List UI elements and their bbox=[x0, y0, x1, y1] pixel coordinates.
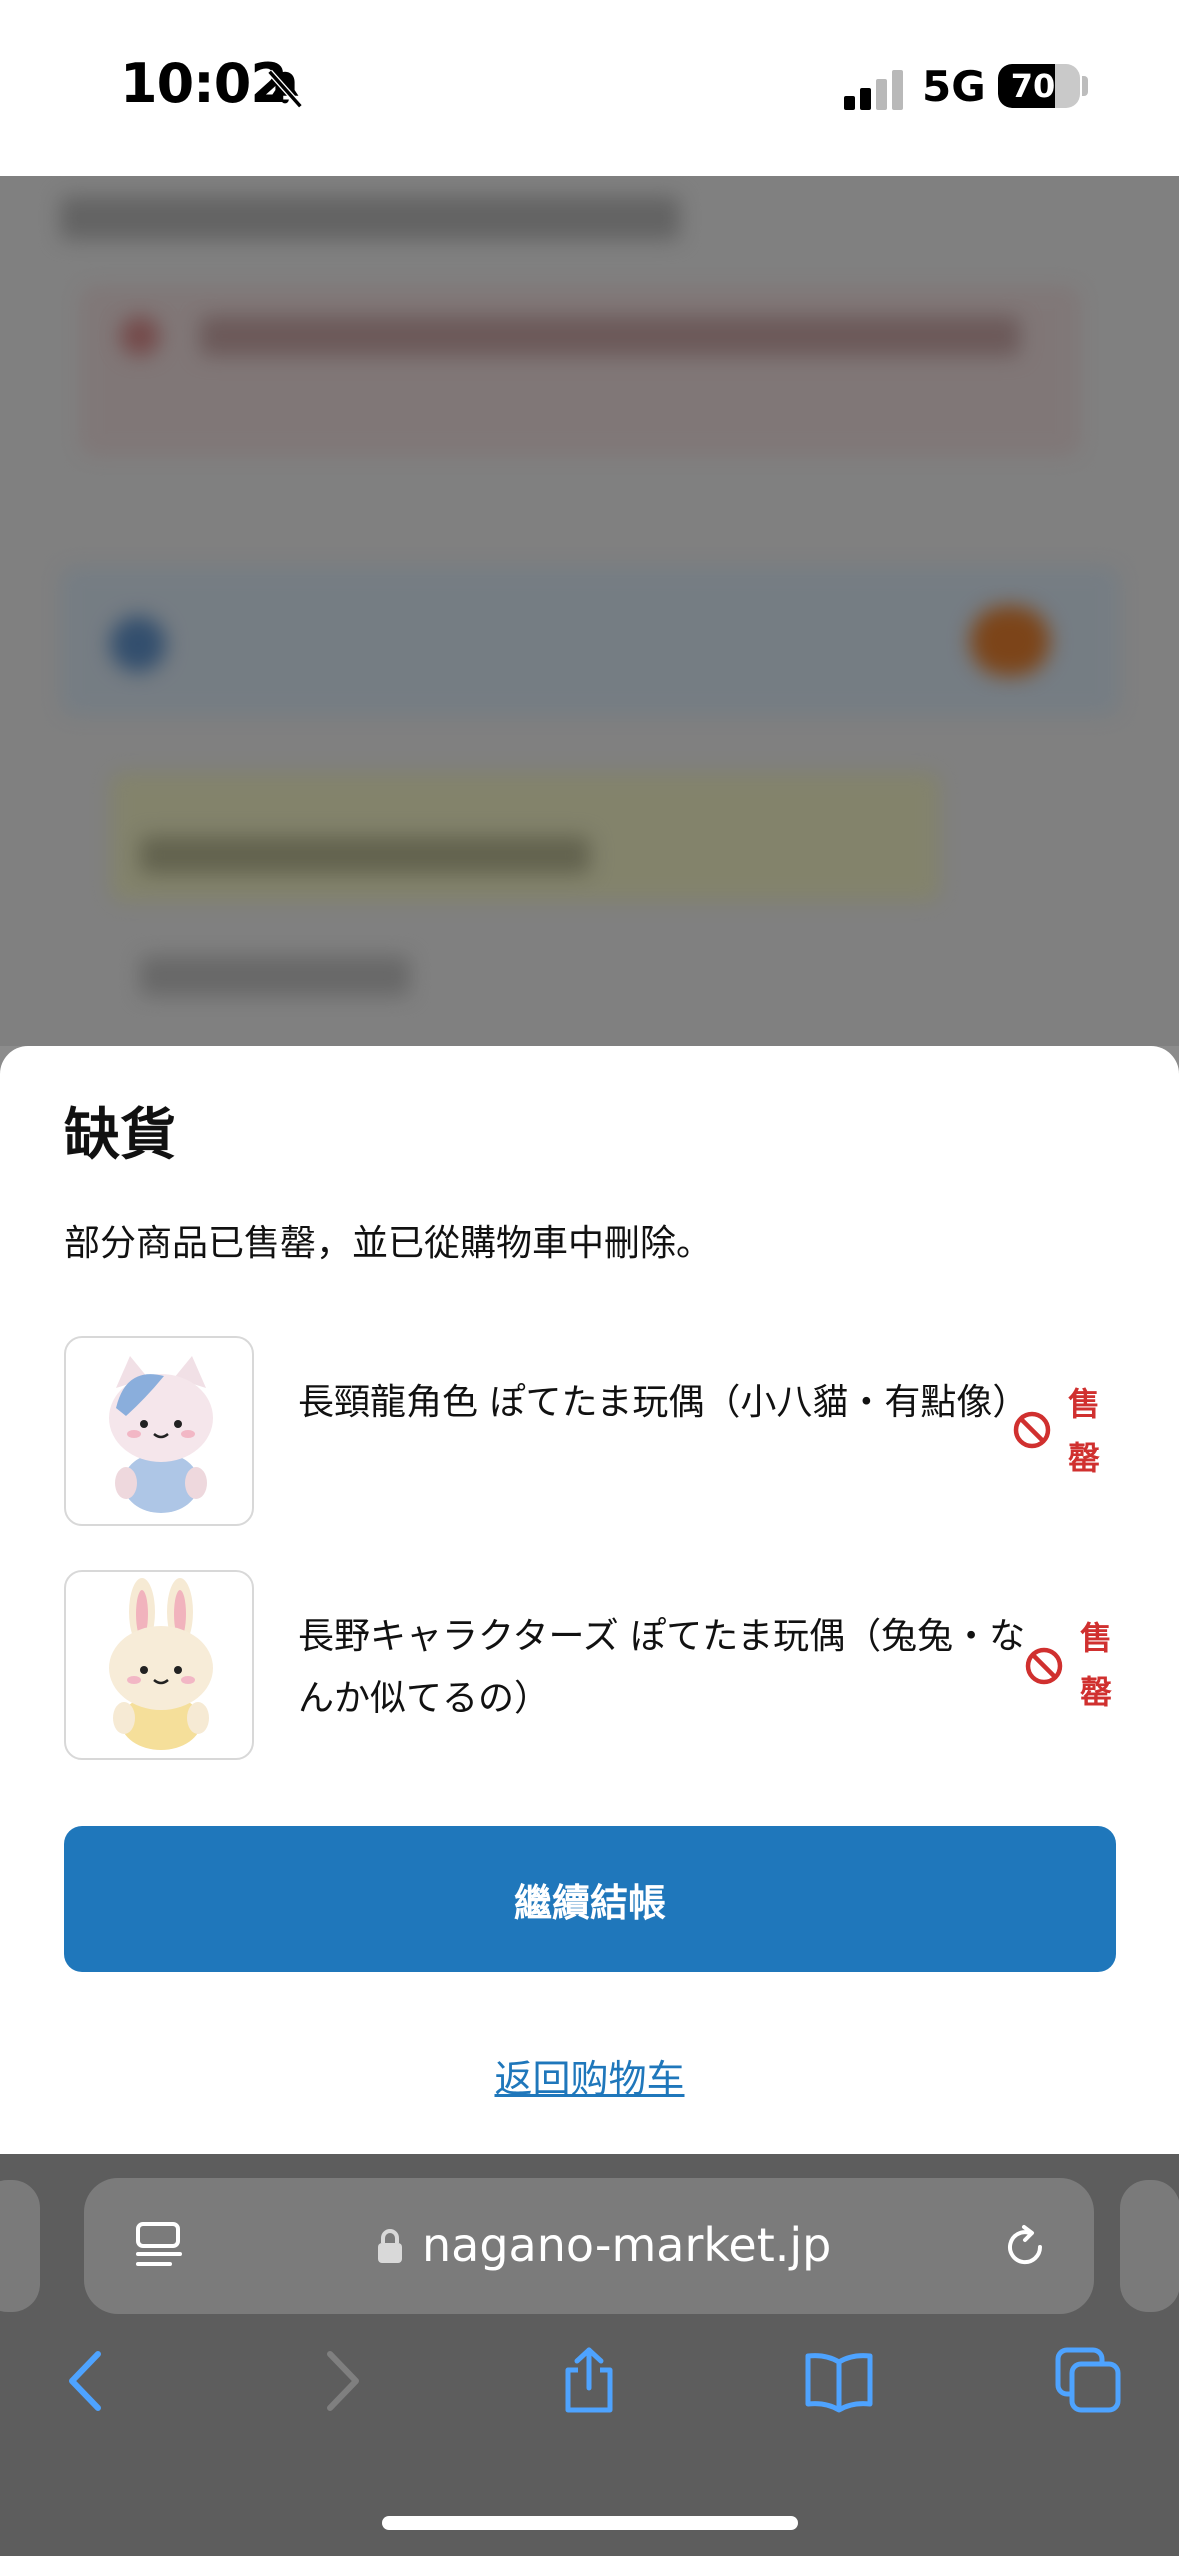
sheet-title: 缺貨 bbox=[64, 1103, 176, 1168]
battery-indicator: 70 bbox=[998, 64, 1080, 108]
rabbit-plush-icon bbox=[109, 1578, 213, 1750]
soldout-label-top: 售 bbox=[1079, 1619, 1112, 1657]
bookmarks-icon[interactable] bbox=[804, 2346, 874, 2416]
next-tab-peek[interactable] bbox=[1120, 2180, 1179, 2312]
product-thumbnail bbox=[64, 1336, 254, 1526]
product-thumbnail bbox=[64, 1570, 254, 1760]
reload-icon[interactable] bbox=[1000, 2222, 1050, 2272]
out-of-stock-sheet: 缺貨 部分商品已售罄，並已從購物車中刪除。 長頸龍角色 ぽてたま玩偶（小八貓・有… bbox=[0, 1046, 1179, 2154]
product-name: 長頸龍角色 ぽてたま玩偶（小八貓・有點像） bbox=[298, 1382, 1029, 1423]
status-bar: 10:02 5G 70 bbox=[0, 0, 1179, 176]
home-indicator bbox=[382, 2516, 798, 2530]
prohibited-icon bbox=[1025, 1647, 1063, 1685]
soldout-label-bottom: 罄 bbox=[1079, 1673, 1112, 1711]
back-icon[interactable] bbox=[52, 2346, 122, 2416]
lock-icon bbox=[378, 2229, 402, 2263]
battery-percent: 70 bbox=[1010, 67, 1056, 105]
continue-checkout-button[interactable]: 繼續結帳 bbox=[64, 1826, 1116, 1972]
forward-icon[interactable] bbox=[306, 2346, 376, 2416]
cellular-signal-icon bbox=[844, 70, 903, 110]
address-text[interactable]: nagano-market.jp bbox=[422, 2218, 831, 2272]
sheet-message: 部分商品已售罄，並已從購物車中刪除。 bbox=[64, 1223, 713, 1264]
bell-muted-icon bbox=[267, 69, 303, 109]
soldout-label-bottom: 罄 bbox=[1067, 1439, 1100, 1477]
soldout-label-top: 售 bbox=[1067, 1385, 1100, 1423]
battery-cap bbox=[1082, 76, 1088, 96]
back-to-cart-link[interactable]: 返回购物车 bbox=[0, 2048, 1179, 2103]
tabs-icon[interactable] bbox=[1054, 2346, 1124, 2416]
cat-plush-icon bbox=[109, 1356, 213, 1513]
product-name: 長野キャラクターズ ぽてたま玩偶（兔兔・なんか似てるの） bbox=[298, 1616, 1026, 1719]
network-type: 5G bbox=[922, 62, 986, 111]
prohibited-icon bbox=[1013, 1411, 1051, 1449]
share-icon[interactable] bbox=[554, 2346, 624, 2416]
list-item: 長野キャラクターズ ぽてたま玩偶（兔兔・なんか似てるの） 售 罄 bbox=[64, 1570, 1124, 1762]
page-menu-icon[interactable] bbox=[134, 2220, 184, 2272]
list-item: 長頸龍角色 ぽてたま玩偶（小八貓・有點像） 售 罄 bbox=[64, 1336, 1124, 1528]
address-bar[interactable]: nagano-market.jp bbox=[84, 2178, 1094, 2314]
previous-tab-peek[interactable] bbox=[0, 2180, 40, 2312]
